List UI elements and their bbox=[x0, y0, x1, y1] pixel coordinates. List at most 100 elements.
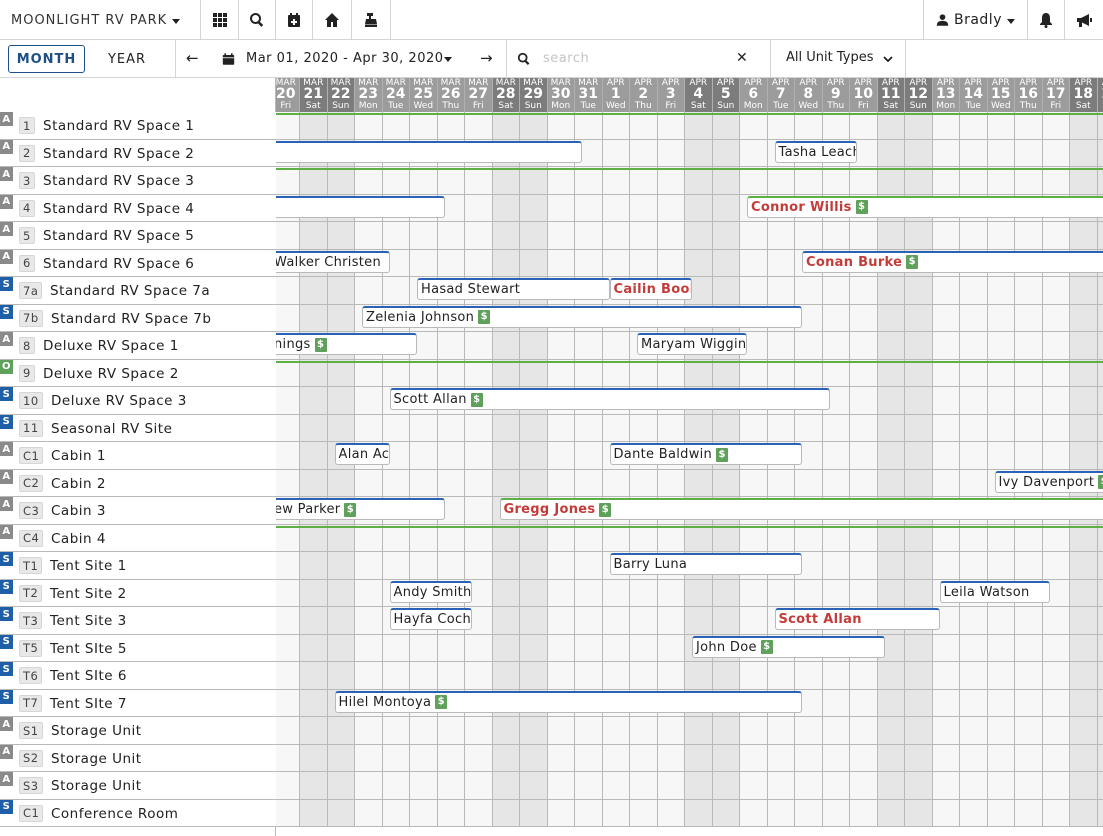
grid-cell[interactable] bbox=[410, 717, 438, 745]
grid-cell[interactable] bbox=[767, 112, 795, 140]
grid-cell[interactable] bbox=[767, 717, 795, 745]
grid-cell[interactable] bbox=[355, 717, 383, 745]
grid-cell[interactable] bbox=[355, 799, 383, 827]
year-view-button[interactable]: YEAR bbox=[90, 45, 164, 73]
grid-cell[interactable] bbox=[1015, 112, 1043, 140]
grid-cell[interactable] bbox=[630, 139, 658, 167]
grid-cell[interactable] bbox=[575, 634, 603, 662]
grid-cell[interactable] bbox=[1015, 277, 1043, 305]
grid-cell[interactable] bbox=[382, 359, 410, 387]
grid-cell[interactable] bbox=[575, 744, 603, 772]
grid-cell[interactable] bbox=[410, 249, 438, 277]
grid-cell[interactable] bbox=[685, 579, 713, 607]
grid-cell[interactable] bbox=[767, 249, 795, 277]
grid-cell[interactable] bbox=[1042, 442, 1070, 470]
grid-cell[interactable] bbox=[1097, 387, 1103, 415]
grid-cell[interactable] bbox=[465, 167, 493, 195]
grid-cell[interactable] bbox=[1042, 607, 1070, 635]
grid-cell[interactable] bbox=[795, 772, 823, 800]
unit-row[interactable]: S C1 Conference Room bbox=[0, 799, 276, 827]
grid-cell[interactable] bbox=[795, 524, 823, 552]
grid-cell[interactable] bbox=[712, 524, 740, 552]
grid-cell[interactable] bbox=[877, 112, 905, 140]
grid-cell[interactable] bbox=[740, 139, 768, 167]
grid-cell[interactable] bbox=[1042, 414, 1070, 442]
grid-cell[interactable] bbox=[987, 277, 1015, 305]
grid-cell[interactable] bbox=[300, 717, 328, 745]
grid-cell[interactable] bbox=[987, 552, 1015, 580]
grid-cell[interactable] bbox=[932, 277, 960, 305]
grid-cell[interactable] bbox=[767, 579, 795, 607]
grid-cell[interactable] bbox=[905, 112, 933, 140]
grid-cell[interactable] bbox=[712, 277, 740, 305]
reservation-block[interactable]: Maryam Wiggins bbox=[637, 333, 747, 355]
grid-cell[interactable] bbox=[465, 222, 493, 250]
grid-cell[interactable] bbox=[602, 332, 630, 360]
grid-cell[interactable] bbox=[300, 277, 328, 305]
grid-cell[interactable] bbox=[492, 662, 520, 690]
unit-row[interactable]: O 9 Deluxe RV Space 2 bbox=[0, 359, 276, 387]
grid-cell[interactable] bbox=[382, 662, 410, 690]
grid-cell[interactable] bbox=[1042, 387, 1070, 415]
grid-cell[interactable] bbox=[465, 772, 493, 800]
grid-cell[interactable] bbox=[822, 524, 850, 552]
grid-cell[interactable] bbox=[1042, 634, 1070, 662]
grid-cell[interactable] bbox=[795, 277, 823, 305]
grid-cell[interactable] bbox=[850, 744, 878, 772]
grid-cell[interactable] bbox=[355, 112, 383, 140]
grid-cell[interactable] bbox=[355, 744, 383, 772]
grid-cell[interactable] bbox=[850, 689, 878, 717]
grid-cell[interactable] bbox=[602, 717, 630, 745]
grid-cell[interactable] bbox=[987, 222, 1015, 250]
grid-cell[interactable] bbox=[410, 552, 438, 580]
grid-cell[interactable] bbox=[300, 662, 328, 690]
grid-cell[interactable] bbox=[547, 524, 575, 552]
unit-row[interactable]: S T5 Tent SIte 5 bbox=[0, 634, 276, 662]
grid-cell[interactable] bbox=[1042, 552, 1070, 580]
reservation-block[interactable]: Conan Burke $ bbox=[802, 250, 1103, 273]
grid-cell[interactable] bbox=[905, 524, 933, 552]
grid-cell[interactable] bbox=[1015, 607, 1043, 635]
grid-cell[interactable] bbox=[382, 717, 410, 745]
grid-cell[interactable] bbox=[437, 167, 465, 195]
grid-cell[interactable] bbox=[547, 469, 575, 497]
grid-cell[interactable] bbox=[382, 167, 410, 195]
grid-cell[interactable] bbox=[465, 414, 493, 442]
grid-cell[interactable] bbox=[602, 139, 630, 167]
grid-cell[interactable] bbox=[276, 469, 300, 497]
grid-cell[interactable] bbox=[465, 249, 493, 277]
grid-cell[interactable] bbox=[685, 359, 713, 387]
grid-cell[interactable] bbox=[850, 799, 878, 827]
grid-cell[interactable] bbox=[905, 469, 933, 497]
grid-cell[interactable] bbox=[437, 332, 465, 360]
reservation-block[interactable]: Scott Allan bbox=[774, 608, 940, 630]
grid-cell[interactable] bbox=[822, 552, 850, 580]
reservation-block[interactable]: Alan Ac bbox=[334, 443, 390, 465]
grid-cell[interactable] bbox=[685, 194, 713, 222]
grid-cell[interactable] bbox=[767, 222, 795, 250]
point-of-sale-button[interactable] bbox=[352, 0, 391, 40]
grid-cell[interactable] bbox=[987, 139, 1015, 167]
grid-cell[interactable] bbox=[932, 469, 960, 497]
grid-cell[interactable] bbox=[1097, 524, 1103, 552]
grid-cell[interactable] bbox=[740, 222, 768, 250]
grid-cell[interactable] bbox=[1097, 634, 1103, 662]
grid-cell[interactable] bbox=[437, 442, 465, 470]
grid-cell[interactable] bbox=[602, 634, 630, 662]
grid-cell[interactable] bbox=[960, 634, 988, 662]
grid-cell[interactable] bbox=[382, 277, 410, 305]
reservation-block[interactable]: Zelenia Johnson $ bbox=[362, 305, 802, 328]
grid-cell[interactable] bbox=[877, 744, 905, 772]
grid-cell[interactable] bbox=[355, 469, 383, 497]
grid-cell[interactable] bbox=[575, 222, 603, 250]
grid-cell[interactable] bbox=[382, 469, 410, 497]
grid-cell[interactable] bbox=[657, 607, 685, 635]
grid-cell[interactable] bbox=[410, 442, 438, 470]
grid-cell[interactable] bbox=[657, 662, 685, 690]
grid-cell[interactable] bbox=[465, 442, 493, 470]
grid-cell[interactable] bbox=[740, 359, 768, 387]
grid-cell[interactable] bbox=[300, 524, 328, 552]
grid-cell[interactable] bbox=[905, 277, 933, 305]
grid-cell[interactable] bbox=[987, 744, 1015, 772]
grid-cell[interactable] bbox=[410, 634, 438, 662]
